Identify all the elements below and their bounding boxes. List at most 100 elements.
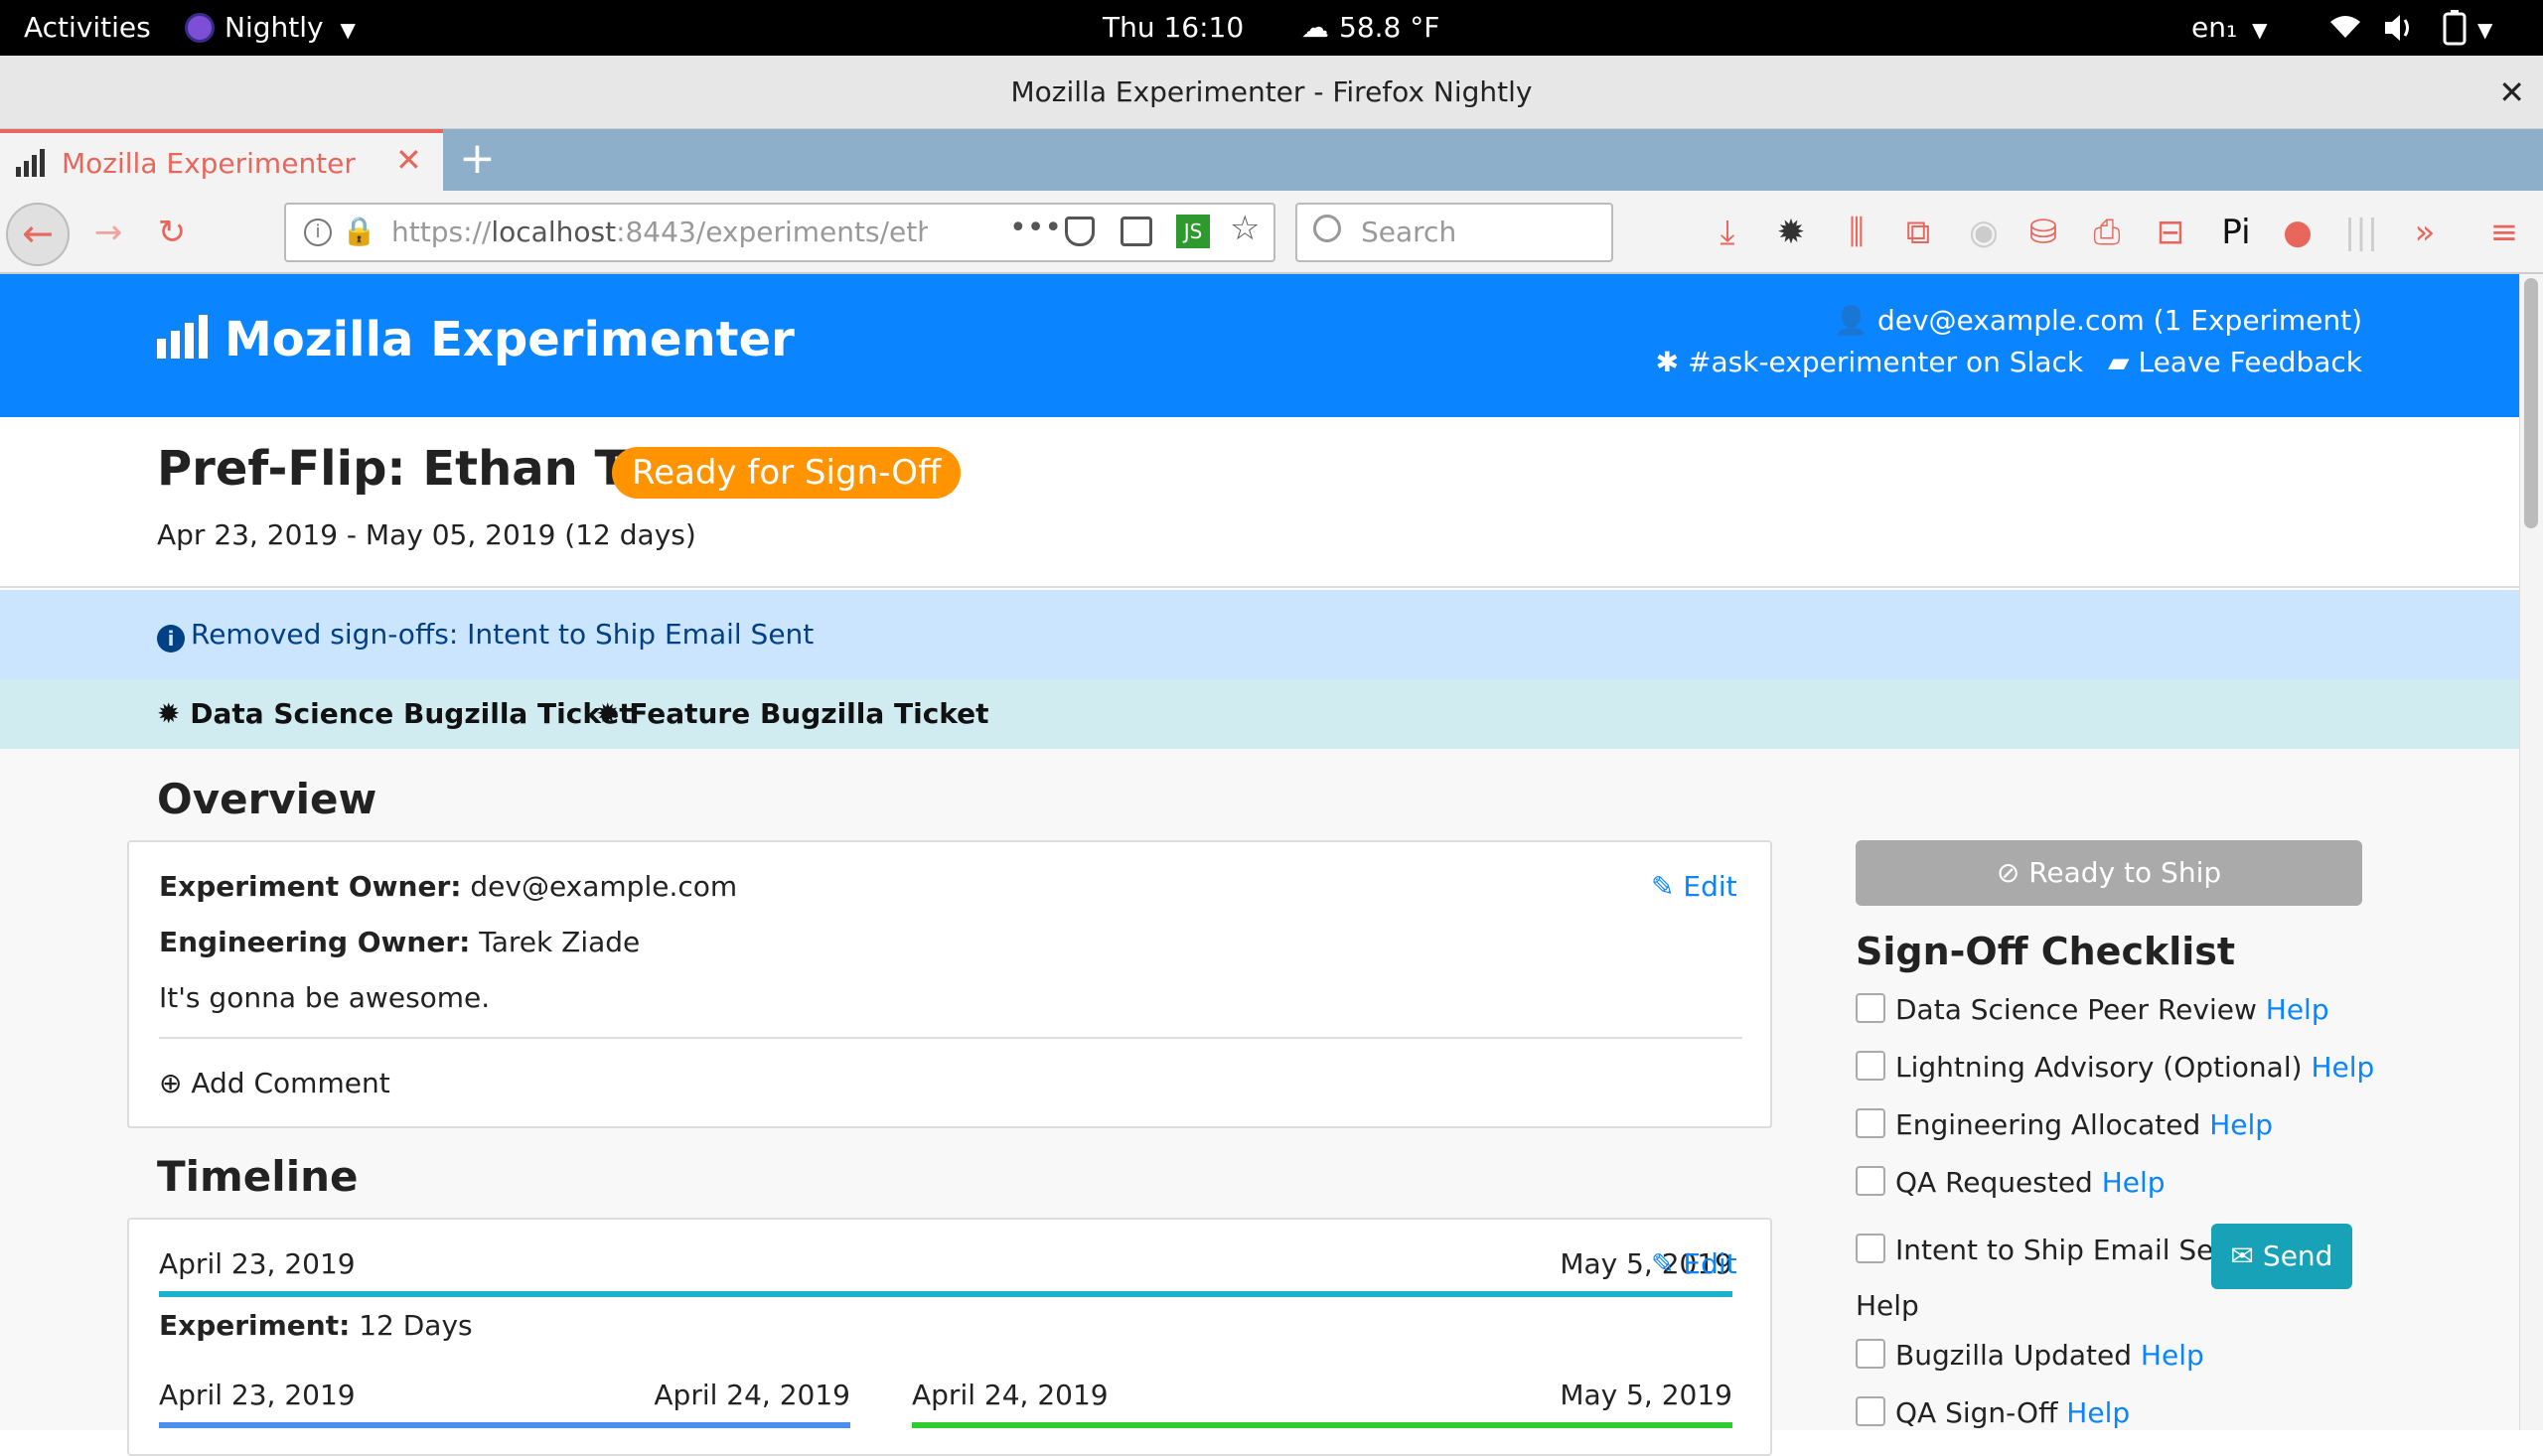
- user-link[interactable]: 👤 dev@example.com (1 Experiment): [1656, 300, 2362, 342]
- inbox-icon[interactable]: ⎙: [2084, 191, 2130, 274]
- checkbox[interactable]: [1856, 1166, 1885, 1196]
- chevron-down-icon[interactable]: ▼: [2477, 0, 2492, 56]
- checkbox[interactable]: [1856, 1108, 1885, 1138]
- battery-icon[interactable]: [2440, 0, 2469, 56]
- status-badge: Ready for Sign-Off: [612, 447, 962, 499]
- bug-icon: ✹: [596, 697, 620, 730]
- brand[interactable]: Mozilla Experimenter: [157, 312, 795, 370]
- tab-strip: Mozilla Experimenter ✕ +: [0, 129, 2543, 191]
- library-icon[interactable]: ⫼: [1834, 191, 1879, 274]
- slack-link[interactable]: ✱ #ask-experimenter on Slack: [1656, 346, 2083, 378]
- experiment-duration: Experiment: 12 Days: [159, 1309, 473, 1342]
- data-science-ticket-link[interactable]: ✹ Data Science Bugzilla Ticket: [157, 679, 633, 749]
- volume-icon[interactable]: [2382, 0, 2416, 56]
- envelope-icon: ✉: [2230, 1239, 2255, 1272]
- search-bar[interactable]: Search: [1295, 203, 1613, 262]
- send-email-button[interactable]: ✉ Send: [2211, 1224, 2352, 1289]
- clock[interactable]: Thu 16:10: [1103, 0, 1244, 56]
- barcode-icon[interactable]: |||: [2338, 191, 2384, 274]
- edit-icon: ✎: [1651, 1247, 1675, 1280]
- checklist-item-qa-signoff: QA Sign-Off Help: [1856, 1396, 2130, 1429]
- pi-icon[interactable]: Pi: [2213, 191, 2259, 274]
- plus-circle-icon: ⊕: [159, 1067, 183, 1099]
- screenshot-tool-icon[interactable]: ⊟: [2148, 191, 2193, 274]
- screenshot-icon[interactable]: [1121, 217, 1152, 246]
- help-link[interactable]: Help: [2066, 1396, 2130, 1429]
- forward-arrow-icon[interactable]: →: [83, 191, 133, 274]
- search-icon: [1313, 215, 1341, 242]
- url-path: :8443/experiments/ethan: [616, 216, 928, 248]
- sidebar-icon[interactable]: ⧉: [1895, 191, 1941, 274]
- checkbox[interactable]: [1856, 1051, 1885, 1081]
- phase1-start: April 23, 2019: [159, 1379, 356, 1411]
- comment-icon: ▰: [2108, 346, 2130, 378]
- nightly-icon: [185, 13, 215, 43]
- url-protocol: https://: [391, 216, 492, 248]
- checkbox[interactable]: [1856, 1396, 1885, 1426]
- js-icon[interactable]: JS: [1176, 215, 1210, 248]
- bar-chart-icon: [16, 149, 48, 177]
- help-link[interactable]: Help: [1856, 1289, 1919, 1322]
- activities-button[interactable]: Activities: [24, 0, 151, 56]
- back-arrow-icon[interactable]: ←: [6, 203, 70, 266]
- overview-card: Experiment Owner: dev@example.com Engine…: [127, 840, 1772, 1128]
- help-link[interactable]: Help: [2141, 1339, 2204, 1372]
- scrollbar-thumb[interactable]: [2524, 278, 2538, 528]
- download-icon[interactable]: ⤓: [1705, 191, 1750, 274]
- extension-icon[interactable]: ◉: [1961, 191, 2007, 274]
- page-scrollbar[interactable]: [2519, 274, 2543, 1430]
- checklist-item-qa-requested: QA Requested Help: [1856, 1166, 2166, 1199]
- lock-warning-icon[interactable]: 🔒: [342, 215, 376, 247]
- phase1-end: April 24, 2019: [654, 1379, 850, 1411]
- eng-label: Engineering Owner:: [159, 926, 471, 958]
- help-link[interactable]: Help: [2311, 1051, 2374, 1084]
- hamburger-menu-icon[interactable]: ≡: [2481, 191, 2527, 274]
- checklist-item-data-science: Data Science Peer Review Help: [1856, 993, 2329, 1026]
- weather[interactable]: ☁ 58.8 °F: [1301, 0, 1439, 56]
- app-menu[interactable]: Nightly ▼: [185, 0, 356, 56]
- page-actions-icon[interactable]: •••: [1009, 211, 1062, 245]
- edit-label: Edit: [1683, 1247, 1737, 1280]
- checkbox[interactable]: [1856, 1234, 1885, 1263]
- item-label: Lightning Advisory (Optional): [1895, 1051, 2303, 1084]
- account-icon[interactable]: ●: [2275, 191, 2320, 274]
- feature-ticket-link[interactable]: ✹ Feature Bugzilla Ticket: [596, 679, 989, 749]
- tab-label: Mozilla Experimenter: [62, 147, 356, 180]
- phase2-bar: [912, 1422, 1732, 1428]
- bookmark-star-icon[interactable]: ☆: [1230, 209, 1260, 248]
- slack-icon: ✱: [1655, 346, 1680, 378]
- edit-overview-button[interactable]: ✎ Edit: [1651, 870, 1737, 903]
- edit-timeline-button[interactable]: ✎ Edit: [1651, 1247, 1737, 1280]
- chevron-down-icon: ▼: [2252, 18, 2268, 42]
- bug-icon[interactable]: ✹: [1768, 191, 1814, 274]
- info-icon[interactable]: i: [304, 218, 332, 246]
- owner-value: dev@example.com: [470, 870, 738, 903]
- wifi-icon[interactable]: [2328, 0, 2362, 56]
- new-tab-icon[interactable]: +: [459, 133, 496, 184]
- add-comment-button[interactable]: ⊕ Add Comment: [159, 1067, 390, 1099]
- pocket-icon[interactable]: [1065, 217, 1095, 246]
- tab-mozilla-experimenter[interactable]: Mozilla Experimenter ✕: [0, 129, 443, 191]
- checklist-item-lightning: Lightning Advisory (Optional) Help: [1856, 1051, 2374, 1084]
- close-window-icon[interactable]: ✕: [2498, 56, 2525, 129]
- url-text[interactable]: https://localhost:8443/experiments/ethan: [391, 205, 928, 260]
- checklist-item-intent-to-ship: Intent to Ship Email Sent: [1856, 1234, 2242, 1266]
- reload-icon[interactable]: ↻: [147, 191, 197, 274]
- timeline-start: April 23, 2019: [159, 1247, 356, 1280]
- info-circle-icon: i: [157, 625, 185, 653]
- checkbox[interactable]: [1856, 1339, 1885, 1369]
- overflow-icon[interactable]: »: [2402, 191, 2448, 274]
- help-link[interactable]: Help: [2266, 993, 2329, 1026]
- container-icon[interactable]: ⛁: [2020, 191, 2066, 274]
- close-tab-icon[interactable]: ✕: [395, 141, 422, 179]
- feedback-link[interactable]: ▰ Leave Feedback: [2108, 346, 2362, 378]
- user-label: dev@example.com (1 Experiment): [1876, 304, 2362, 337]
- header-links: 👤 dev@example.com (1 Experiment) ✱ #ask-…: [1656, 300, 2362, 383]
- checkbox[interactable]: [1856, 993, 1885, 1023]
- checklist-item-bugzilla: Bugzilla Updated Help: [1856, 1339, 2204, 1372]
- help-link[interactable]: Help: [2209, 1108, 2273, 1141]
- window-titlebar: Mozilla Experimenter - Firefox Nightly ✕: [0, 56, 2543, 129]
- url-bar[interactable]: i 🔒 https://localhost:8443/experiments/e…: [284, 203, 1275, 262]
- help-link[interactable]: Help: [2102, 1166, 2166, 1199]
- input-method[interactable]: en₁ ▼: [2191, 0, 2268, 56]
